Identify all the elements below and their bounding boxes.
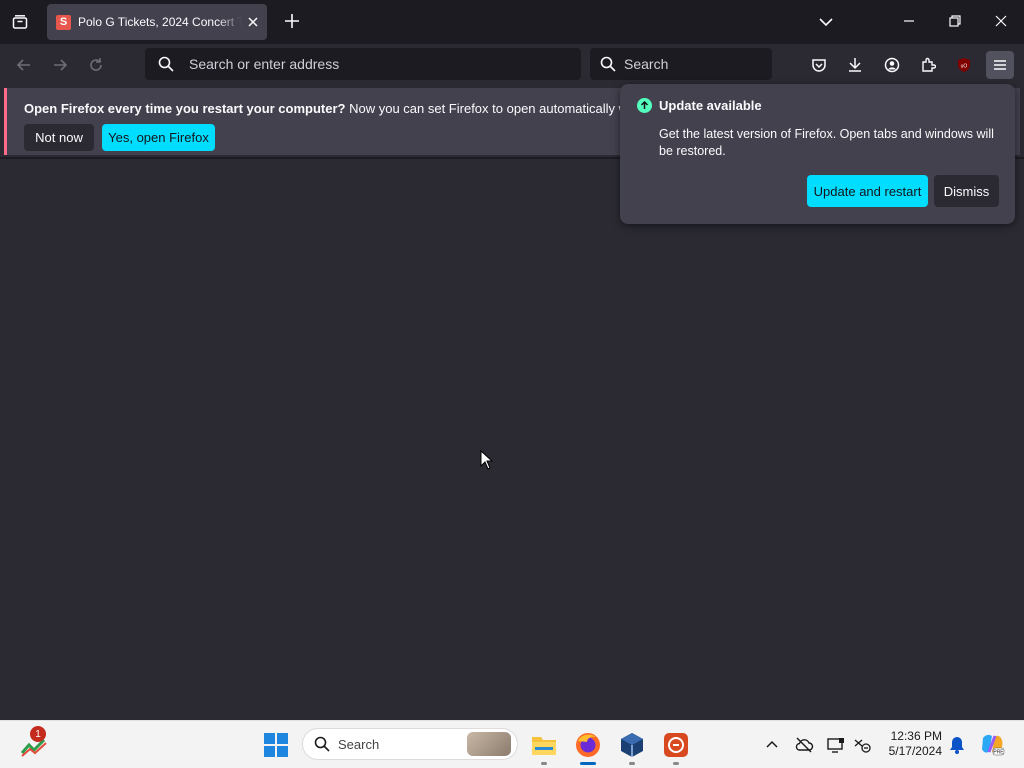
search-icon xyxy=(314,736,330,752)
clock-time: 12:36 PM xyxy=(890,729,942,743)
yes-open-firefox-button[interactable]: Yes, open Firefox xyxy=(102,124,215,151)
tab-close-icon[interactable] xyxy=(246,15,260,29)
copilot-icon[interactable]: PRE xyxy=(976,729,1008,761)
clock[interactable]: 12:36 PM 5/17/2024 xyxy=(880,729,942,759)
search-icon xyxy=(600,56,616,72)
not-now-button[interactable]: Not now xyxy=(24,124,94,151)
address-bar[interactable] xyxy=(145,48,581,80)
navigation-toolbar: uO xyxy=(0,44,1024,86)
download-icon[interactable] xyxy=(841,51,869,79)
dismiss-button[interactable]: Dismiss xyxy=(934,175,999,207)
minimize-icon[interactable] xyxy=(898,10,920,32)
popup-body: Get the latest version of Firefox. Open … xyxy=(659,127,994,158)
notification-badge: 1 xyxy=(30,726,46,742)
account-icon[interactable] xyxy=(878,51,906,79)
network-icon[interactable] xyxy=(848,731,876,759)
taskbar-search-label: Search xyxy=(338,736,380,752)
pocket-icon[interactable] xyxy=(805,51,833,79)
active-indicator xyxy=(580,762,596,765)
arrow-up-icon xyxy=(637,98,652,113)
chevron-up-icon[interactable] xyxy=(758,731,786,759)
tab-active[interactable]: S Polo G Tickets, 2024 Concert Tour Date… xyxy=(47,4,267,40)
running-indicator xyxy=(541,762,547,765)
windows-start-icon[interactable] xyxy=(264,733,288,757)
virtualbox-icon[interactable] xyxy=(616,729,648,761)
stubhub-favicon-icon: S xyxy=(56,14,71,30)
file-explorer-icon[interactable] xyxy=(528,729,560,761)
firefox-icon[interactable] xyxy=(572,729,604,761)
tab-strip: S Polo G Tickets, 2024 Concert Tour Date… xyxy=(0,0,1024,44)
ublock-icon[interactable]: uO xyxy=(950,51,978,79)
plus-icon[interactable] xyxy=(281,10,303,32)
notification-text: Open Firefox every time you restart your… xyxy=(24,101,674,116)
bell-icon[interactable] xyxy=(944,731,970,759)
cloud-off-icon[interactable] xyxy=(790,731,818,759)
svg-text:PRE: PRE xyxy=(993,750,1004,756)
notification-bold-text: Open Firefox every time you restart your… xyxy=(24,101,346,116)
forward-arrow-icon[interactable] xyxy=(47,52,73,78)
extensions-icon[interactable] xyxy=(914,51,942,79)
tab-title: Polo G Tickets, 2024 Concert Tour Dates … xyxy=(78,15,242,29)
search-icon xyxy=(158,56,174,72)
running-indicator xyxy=(629,762,635,765)
reload-icon[interactable] xyxy=(83,52,109,78)
url-input[interactable] xyxy=(187,55,571,73)
search-bar[interactable] xyxy=(590,48,772,80)
close-icon[interactable] xyxy=(990,10,1012,32)
search-input[interactable] xyxy=(622,55,766,73)
restore-icon[interactable] xyxy=(944,10,966,32)
windows-taskbar: 1 Search 12:36 PM 5/17/2024 PRE xyxy=(0,720,1024,768)
search-highlight-image xyxy=(467,732,511,756)
taskbar-search-box[interactable]: Search xyxy=(302,728,518,760)
mouse-cursor-icon xyxy=(480,449,494,475)
tab-list-icon[interactable] xyxy=(8,10,32,34)
hamburger-menu-icon[interactable] xyxy=(986,51,1014,79)
chevron-down-icon[interactable] xyxy=(815,11,837,33)
update-and-restart-button[interactable]: Update and restart xyxy=(807,175,928,207)
update-popup: Update available Get the latest version … xyxy=(620,84,1015,224)
app-icon[interactable] xyxy=(660,729,692,761)
running-indicator xyxy=(673,762,679,765)
svg-text:uO: uO xyxy=(961,64,968,70)
popup-title: Update available xyxy=(659,98,762,113)
display-icon[interactable] xyxy=(822,731,850,759)
back-arrow-icon[interactable] xyxy=(11,52,37,78)
clock-date: 5/17/2024 xyxy=(888,744,942,758)
